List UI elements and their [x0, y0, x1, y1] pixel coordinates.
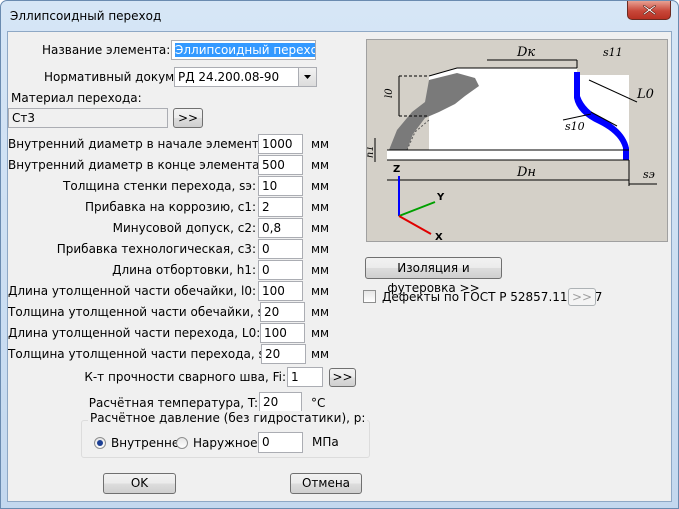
param-label: Внутренний диаметр в конце элемента, Dк:	[8, 158, 288, 172]
weld-coefficient-button-label: >>	[332, 370, 353, 384]
pressure-group-title: Расчётное давление (без гидростатики), р…	[88, 411, 368, 425]
param-input[interactable]: 20	[260, 302, 305, 322]
defects-checkbox[interactable]	[363, 290, 376, 303]
param-label: Толщина стенки перехода, sэ:	[63, 179, 256, 193]
dialog-window: Эллипсоидный переход Название элемента: …	[0, 0, 679, 509]
transition-diagram: Dк s11 L0 l0 s10 h1 Dн sэ Z Y X	[365, 39, 668, 243]
temperature-value: 20	[263, 395, 279, 409]
window-title: Эллипсоидный переход	[10, 9, 162, 23]
param-input[interactable]: 0	[258, 239, 303, 259]
defects-more-button-label: >>	[571, 290, 593, 304]
material-label: Материал перехода:	[11, 91, 142, 105]
param-input[interactable]: 100	[260, 323, 305, 343]
param-unit: мм	[311, 347, 330, 361]
param-input[interactable]: 100	[258, 281, 303, 301]
param-label: Минусовой допуск, c2:	[112, 221, 256, 235]
param-input[interactable]: 0,8	[258, 218, 303, 238]
material-value: Ст3	[12, 111, 36, 125]
element-name-input[interactable]: Эллипсоидный переход №1	[171, 40, 316, 60]
param-label: Толщина утолщенной части перехода, s10:	[8, 347, 285, 361]
param-value: 100	[262, 284, 285, 298]
param-unit: мм	[311, 326, 330, 340]
temperature-unit: °C	[311, 396, 326, 410]
temperature-label: Расчётная температура, T:	[88, 396, 258, 410]
weld-coefficient-label: К-т прочности сварного шва, Fi:	[84, 370, 286, 384]
cancel-button[interactable]: Отмена	[290, 473, 362, 494]
param-unit: мм	[311, 263, 330, 277]
param-value: 2	[262, 200, 270, 214]
weld-coefficient-button[interactable]: >>	[329, 368, 356, 387]
cancel-button-label: Отмена	[301, 476, 351, 490]
dropdown-arrow-icon[interactable]	[298, 68, 316, 86]
y-axis-label: Y	[436, 192, 445, 203]
defects-more-button[interactable]: >>	[568, 288, 596, 306]
param-label: Внутренний диаметр в начале элемента, Dн…	[8, 137, 295, 151]
close-icon	[643, 5, 656, 15]
param-value: 0,8	[262, 221, 282, 235]
weld-coefficient-value: 1	[291, 370, 299, 384]
s10-label: s10	[565, 120, 585, 133]
param-value: 0	[262, 263, 270, 277]
param-value: 1000	[262, 137, 293, 151]
param-unit: мм	[311, 158, 330, 172]
param-unit: мм	[311, 179, 330, 193]
material-field: Ст3	[8, 108, 168, 128]
dialog-client: Название элемента: Эллипсоидный переход …	[7, 31, 672, 502]
param-label: Прибавка на коррозию, c1:	[84, 200, 256, 214]
pressure-external-label[interactable]: Наружное	[193, 436, 257, 450]
param-input[interactable]: 10	[258, 176, 303, 196]
transition-schematic: Dк s11 L0 l0 s10 h1 Dн sэ Z Y X	[365, 40, 667, 243]
pressure-internal-radio[interactable]	[94, 437, 106, 449]
param-input[interactable]: 20	[261, 344, 306, 364]
z-axis-label: Z	[393, 164, 400, 175]
ok-button[interactable]: OK	[103, 473, 176, 494]
pressure-unit: МПа	[312, 435, 339, 449]
param-unit: мм	[311, 200, 330, 214]
param-label: Толщина утолщенной части обечайки, s11:	[8, 305, 284, 319]
pressure-input[interactable]: 0	[258, 432, 303, 453]
pressure-value: 0	[262, 435, 270, 449]
ok-button-label: OK	[130, 476, 149, 490]
dk-label: Dк	[516, 45, 535, 60]
dn-label: Dн	[516, 165, 536, 180]
param-input[interactable]: 0	[258, 260, 303, 280]
pressure-external-radio[interactable]	[176, 437, 188, 449]
material-select-button-label: >>	[177, 111, 199, 125]
param-input[interactable]: 2	[258, 197, 303, 217]
s11-label: s11	[603, 46, 623, 59]
normative-doc-select[interactable]: РД 24.200.08-90	[174, 67, 317, 87]
normative-doc-value: РД 24.200.08-90	[178, 70, 280, 84]
param-value: 20	[264, 305, 280, 319]
param-unit: мм	[311, 284, 330, 298]
element-name-label: Название элемента:	[42, 43, 171, 57]
param-value: 100	[264, 326, 287, 340]
temperature-input[interactable]: 20	[259, 392, 302, 412]
material-select-button[interactable]: >>	[173, 108, 203, 128]
param-value: 10	[262, 179, 278, 193]
param-label: Прибавка технологическая, c3:	[56, 242, 256, 256]
l0-big-label: L0	[636, 87, 654, 102]
insulation-button[interactable]: Изоляция и футеровка >>	[365, 257, 502, 295]
param-input[interactable]: 500	[258, 155, 303, 175]
param-value: 0	[262, 242, 270, 256]
param-label: Длина отбортовки, h1:	[112, 263, 256, 277]
h1-label: h1	[367, 145, 376, 158]
param-unit: мм	[311, 137, 330, 151]
close-button[interactable]	[627, 1, 671, 20]
param-label: Длина утолщенной части обечайки, l0:	[8, 284, 256, 298]
se-label: sэ	[643, 168, 655, 181]
param-value: 20	[265, 347, 281, 361]
element-name-value: Эллипсоидный переход №1	[175, 43, 315, 57]
param-value: 500	[262, 158, 285, 172]
param-label: Длина утолщенной части перехода, L0:	[8, 326, 261, 340]
title-bar: Эллипсоидный переход	[1, 1, 678, 31]
param-unit: мм	[311, 221, 330, 235]
weld-coefficient-input[interactable]: 1	[287, 367, 323, 387]
param-unit: мм	[311, 305, 330, 319]
param-input[interactable]: 1000	[258, 134, 303, 154]
param-unit: мм	[311, 242, 330, 256]
x-axis-label: X	[435, 232, 443, 241]
l0-small-label: l0	[384, 88, 395, 98]
